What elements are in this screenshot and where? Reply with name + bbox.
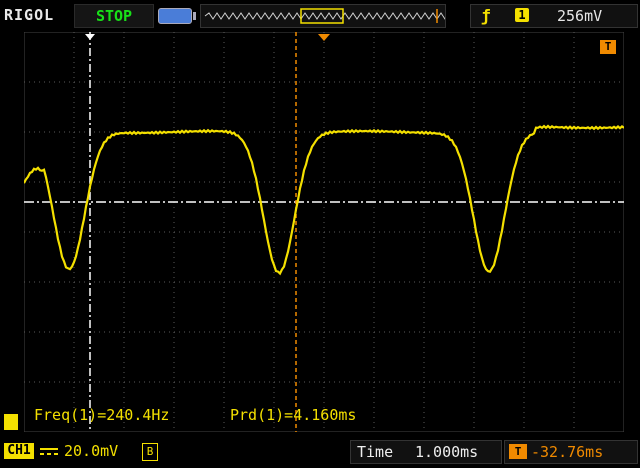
timebase-control[interactable]: Time 1.000ms xyxy=(350,440,502,464)
run-stop-status[interactable]: STOP xyxy=(74,4,154,28)
trigger-offset-value: -32.76ms xyxy=(531,443,604,461)
rising-edge-icon: ƒ xyxy=(481,6,491,25)
frequency-measurement: Freq(1)=240.4Hz xyxy=(34,406,170,424)
trigger-channel-badge: 1 xyxy=(515,8,529,22)
timebase-label: Time xyxy=(357,443,394,461)
trigger-level: 256mV xyxy=(557,7,603,25)
memory-window-overview[interactable] xyxy=(200,4,450,28)
channel-scale: 20.0mV xyxy=(64,442,119,460)
trigger-offset-icon: T xyxy=(509,444,527,459)
timebase-value: 1.000ms xyxy=(415,443,479,461)
trigger-level-marker[interactable]: T xyxy=(600,40,616,54)
dc-coupling-icon xyxy=(40,448,58,455)
period-measurement: Prd(1)=4.160ms xyxy=(230,406,357,424)
waveform-display[interactable] xyxy=(24,32,624,432)
channel-1-tag[interactable]: CH1 xyxy=(4,443,34,459)
bandwidth-limit-badge: B xyxy=(142,443,158,461)
channel-ground-marker[interactable] xyxy=(4,414,18,430)
trigger-offset-control[interactable]: T -32.76ms xyxy=(504,440,638,464)
battery-icon xyxy=(158,8,196,24)
bottom-status-bar: CH1 20.0mV B Time 1.000ms T -32.76ms xyxy=(0,438,640,468)
memory-window-icon xyxy=(204,8,450,24)
top-status-bar: RIGOL STOP ƒ 1 256mV xyxy=(0,0,640,32)
brand-logo: RIGOL xyxy=(4,6,55,24)
trigger-settings[interactable]: ƒ 1 256mV xyxy=(470,4,638,28)
waveform-graticule xyxy=(24,32,624,432)
